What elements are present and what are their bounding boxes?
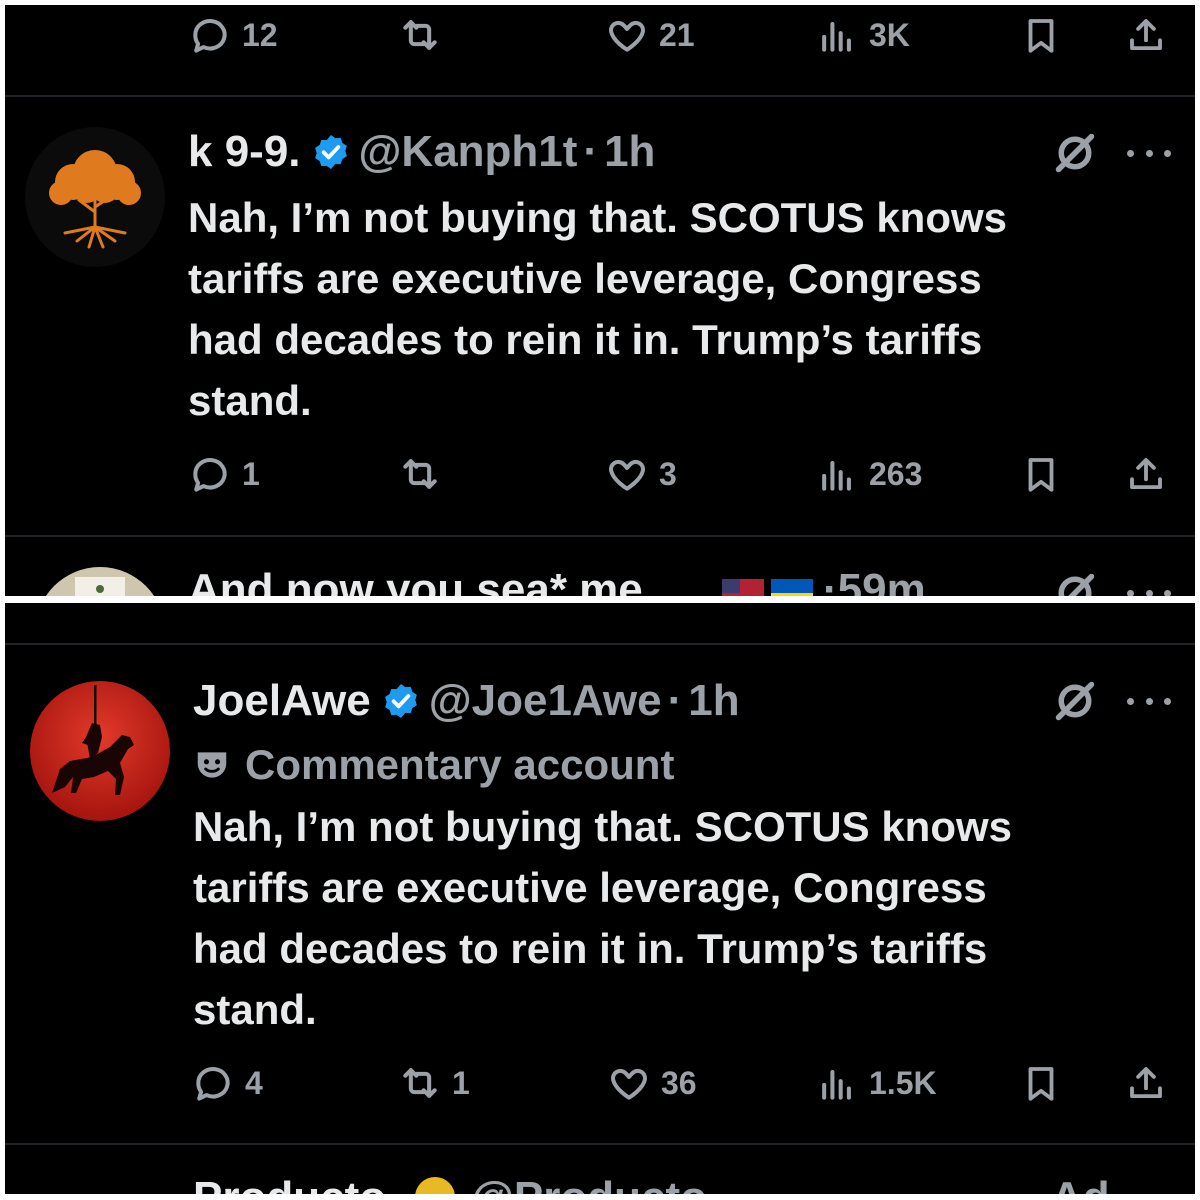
views-button[interactable]: 3K — [815, 5, 910, 65]
divider — [5, 643, 1195, 645]
tweet-header: k 9-9. @Kanph1t · 1h — [188, 122, 655, 182]
views-count: 3K — [869, 16, 910, 53]
reply-icon — [193, 19, 227, 53]
handle[interactable]: @Joe1Awe — [429, 676, 662, 726]
share-button[interactable] — [1125, 444, 1167, 504]
heart-icon — [609, 459, 645, 491]
reply-button[interactable]: 1 — [188, 444, 260, 504]
reply-count: 1 — [242, 455, 260, 492]
gold-verified-badge-icon — [415, 1177, 455, 1194]
tree-avatar-image — [25, 127, 165, 267]
like-count: 36 — [661, 1064, 697, 1101]
share-icon — [1130, 1067, 1162, 1099]
heart-icon — [609, 20, 645, 52]
divider — [5, 95, 1195, 97]
share-icon — [1130, 458, 1162, 490]
screenshot-panel-bottom: JoelAwe @Joe1Awe · 1h Commentary account… — [5, 603, 1195, 1194]
commentary-text: Commentary account — [245, 741, 675, 788]
avatar[interactable] — [30, 681, 170, 821]
display-name[interactable]: k 9-9. — [188, 127, 301, 177]
grok-icon[interactable] — [1053, 571, 1097, 596]
grok-icon[interactable] — [1053, 131, 1097, 175]
bookmark-icon — [1028, 1067, 1054, 1101]
repost-button[interactable] — [398, 5, 442, 65]
divider — [5, 1143, 1195, 1145]
more-icon[interactable] — [1127, 583, 1171, 596]
views-button[interactable]: 263 — [815, 444, 922, 504]
next-tweet-handle[interactable]: @Producto — [471, 1173, 707, 1194]
divider — [5, 535, 1195, 537]
repost-count: 1 — [452, 1064, 470, 1101]
next-tweet-name[interactable]: Producto — [193, 1173, 386, 1194]
repost-button[interactable] — [398, 444, 442, 504]
ad-label: Ad — [1051, 1173, 1110, 1194]
repost-button[interactable]: 1 — [398, 1053, 470, 1113]
reply-button[interactable]: 4 — [191, 1053, 263, 1113]
bookmark-button[interactable] — [1020, 444, 1062, 504]
screenshot-panel-top: 12 21 3K k 9-9. @Kanph1t · 1h Nah, I’m n… — [5, 5, 1195, 596]
tweet-text: Nah, I’m not buying that. SCOTUS knows t… — [188, 194, 1008, 424]
avatar-image — [35, 567, 165, 596]
like-count: 21 — [659, 16, 695, 53]
bookmark-icon — [1028, 19, 1054, 53]
theater-mask-icon — [197, 752, 227, 778]
verified-badge-icon — [311, 132, 351, 172]
tweet-action-bar: 1 3 263 — [5, 444, 1195, 504]
reply-icon — [196, 1067, 230, 1101]
avatar[interactable] — [35, 567, 165, 596]
views-icon — [822, 460, 851, 491]
timestamp[interactable]: 1h — [604, 127, 655, 177]
us-flag-icon — [722, 579, 764, 596]
repost-icon — [403, 459, 437, 489]
reply-count: 12 — [242, 16, 278, 53]
views-icon — [822, 21, 851, 52]
bookmark-button[interactable] — [1020, 5, 1062, 65]
ukraine-flag-icon — [771, 579, 813, 596]
next-tweet-name[interactable]: And now you sea* me — [188, 565, 643, 596]
next-tweet-time[interactable]: ·59m — [823, 565, 926, 596]
share-icon — [1130, 19, 1162, 51]
display-name[interactable]: JoelAwe — [193, 676, 371, 726]
views-count: 263 — [869, 455, 923, 492]
separator-dot: · — [823, 565, 838, 596]
views-count: 1.5K — [869, 1064, 937, 1101]
like-button[interactable]: 21 — [605, 5, 695, 65]
tweet-action-bar: 4 1 36 1.5K — [5, 1053, 1195, 1113]
bookmark-icon — [1028, 458, 1054, 492]
tweet-header: JoelAwe @Joe1Awe · 1h — [193, 671, 740, 731]
handle[interactable]: @Kanph1t — [359, 127, 578, 177]
verified-badge-icon — [381, 681, 421, 721]
views-icon — [822, 1069, 851, 1100]
prev-tweet-action-bar: 12 21 3K — [5, 5, 1195, 65]
horseman-avatar-image — [30, 681, 170, 821]
tweet-text: Nah, I’m not buying that. SCOTUS knows t… — [193, 803, 1013, 1033]
commentary-label: Commentary account — [193, 735, 674, 795]
reply-button[interactable]: 12 — [188, 5, 278, 65]
like-button[interactable]: 36 — [607, 1053, 697, 1113]
timestamp: 59m — [837, 565, 926, 596]
share-button[interactable] — [1125, 1053, 1167, 1113]
more-icon[interactable] — [1127, 143, 1171, 163]
reply-count: 4 — [245, 1064, 263, 1101]
separator-dot: · — [583, 127, 599, 176]
views-button[interactable]: 1.5K — [815, 1053, 937, 1113]
more-icon[interactable] — [1127, 691, 1171, 711]
avatar[interactable] — [25, 127, 165, 267]
repost-icon — [403, 20, 437, 50]
like-count: 3 — [659, 455, 677, 492]
bookmark-button[interactable] — [1020, 1053, 1062, 1113]
reply-icon — [193, 458, 227, 492]
timestamp[interactable]: 1h — [688, 676, 739, 726]
share-button[interactable] — [1125, 5, 1167, 65]
like-button[interactable]: 3 — [605, 444, 677, 504]
repost-icon — [403, 1068, 437, 1098]
heart-icon — [611, 1068, 647, 1100]
grok-icon[interactable] — [1053, 679, 1097, 723]
separator-dot: · — [667, 676, 683, 725]
